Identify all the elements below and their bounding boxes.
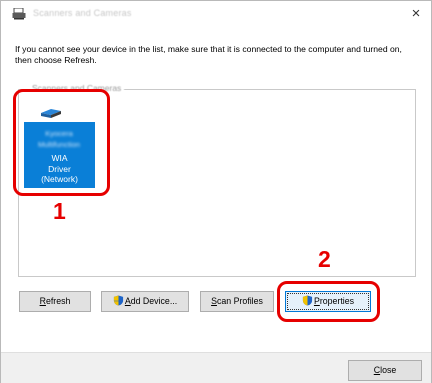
refresh-button[interactable]: Refresh	[19, 291, 91, 312]
step-marker-2: 2	[318, 246, 331, 272]
scanners-and-cameras-dialog: Scanners and Cameras × If you cannot see…	[0, 0, 432, 383]
scan-profiles-label: can Profiles	[216, 296, 263, 306]
refresh-label: efresh	[45, 296, 71, 306]
scan-profiles-button[interactable]: Scan Profiles	[200, 291, 274, 312]
highlight-properties-callout	[277, 281, 380, 322]
add-device-label: dd Device...	[130, 296, 178, 306]
step-marker-1: 1	[53, 198, 66, 224]
instruction-text: If you cannot see your device in the lis…	[15, 44, 402, 65]
title-bar: Scanners and Cameras ×	[1, 1, 431, 27]
highlight-device-callout	[13, 89, 110, 196]
window-title: Scanners and Cameras	[33, 8, 132, 18]
close-label: lose	[380, 365, 397, 375]
scanner-app-icon	[12, 8, 26, 20]
close-button[interactable]: Close	[348, 360, 422, 381]
close-window-button[interactable]: ×	[405, 4, 427, 24]
add-device-button[interactable]: Add Device...	[101, 291, 189, 312]
uac-shield-icon	[113, 295, 123, 306]
